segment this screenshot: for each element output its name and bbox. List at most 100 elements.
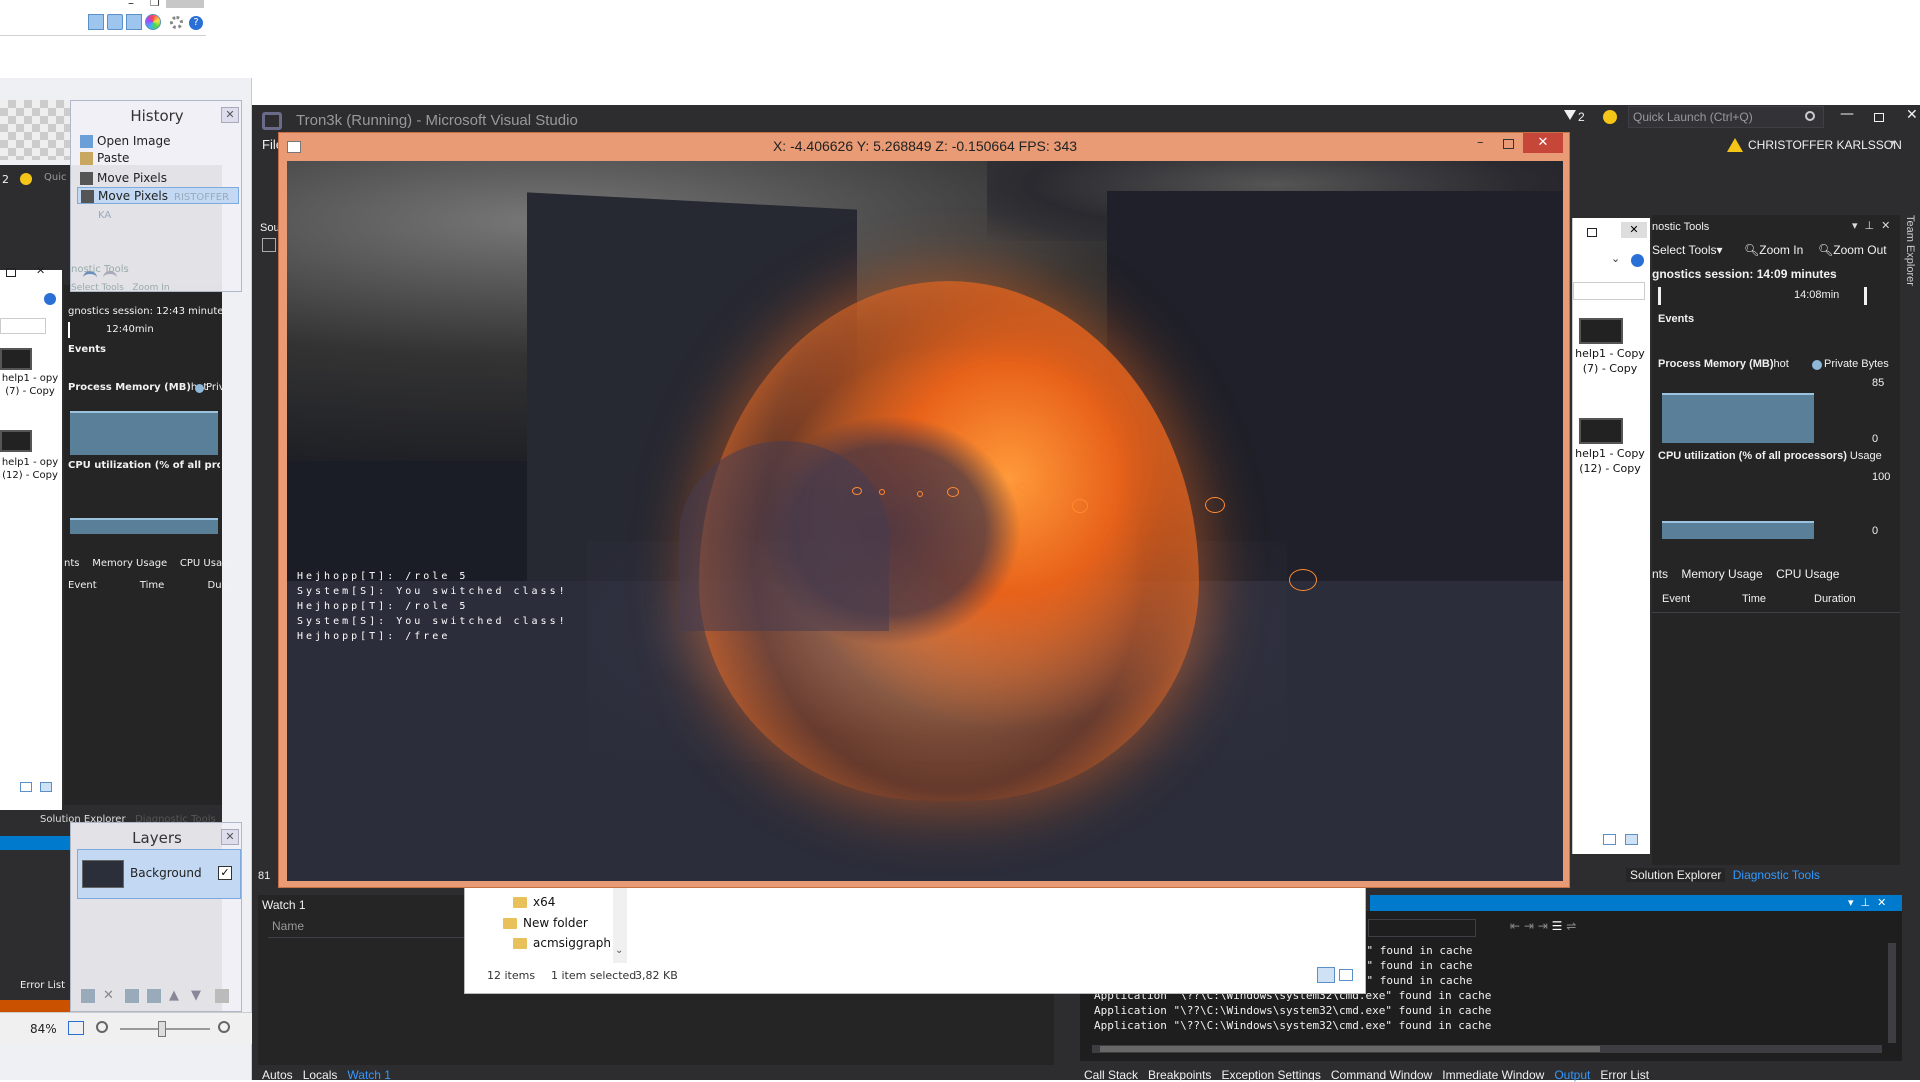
explorer-status-count: 12 items bbox=[487, 969, 536, 982]
right-help-icon[interactable] bbox=[1631, 254, 1644, 267]
zoom-fit-icon[interactable] bbox=[68, 1021, 84, 1035]
history-item-selected[interactable]: Move Pixels RISTOFFER KA bbox=[77, 187, 239, 221]
tab-cpu-usage[interactable]: CPU Usage bbox=[1776, 567, 1839, 581]
zoom-in-button[interactable]: 🔍︎Zoom In bbox=[1744, 243, 1803, 257]
output-hscroll-thumb[interactable] bbox=[1100, 1046, 1600, 1052]
output-source-dropdown[interactable] bbox=[1368, 919, 1476, 937]
layer-row[interactable]: Background ✓ bbox=[77, 849, 241, 899]
explorer-item[interactable]: x64 bbox=[533, 895, 555, 909]
zoom-out-icon[interactable] bbox=[96, 1021, 108, 1033]
cpu-title-text: CPU utilization (% of all processors) bbox=[1658, 450, 1847, 462]
move-down-icon[interactable]: ▼ bbox=[191, 989, 205, 1003]
zoom-percent[interactable]: 84% bbox=[30, 1022, 57, 1036]
left-tab-cpu[interactable]: CPU Usage bbox=[180, 558, 235, 569]
tab-memory-usage[interactable]: Memory Usage bbox=[1681, 567, 1762, 581]
feedback-smiley-icon[interactable] bbox=[1603, 110, 1617, 124]
left-help-icon[interactable] bbox=[44, 293, 56, 305]
explorer-scroll-down[interactable]: ⌄ bbox=[615, 945, 623, 956]
layers-close-button[interactable]: ✕ bbox=[221, 829, 239, 845]
history-item[interactable]: Paste bbox=[77, 150, 239, 167]
left-private-label: Priv bbox=[206, 382, 225, 393]
left-col-event[interactable]: Event bbox=[68, 580, 97, 591]
tiles-view-icon[interactable] bbox=[1339, 969, 1353, 981]
left-col-time[interactable]: Time bbox=[140, 580, 164, 591]
user-name[interactable]: CHRISTOFFER KARLSSON bbox=[1748, 138, 1902, 152]
tab-solution-explorer[interactable]: Solution Explorer bbox=[1626, 868, 1726, 882]
right-file-1[interactable]: help1 - Copy (7) - Copy bbox=[1575, 346, 1645, 376]
vs-close-button[interactable]: ✕ bbox=[1906, 107, 1918, 123]
layers-icon[interactable] bbox=[126, 14, 142, 30]
left-error-list-tab[interactable]: Error List bbox=[20, 980, 65, 991]
duplicate-layer-icon[interactable] bbox=[125, 989, 139, 1003]
tools-icon[interactable] bbox=[88, 14, 104, 30]
minimize-button[interactable]: – bbox=[128, 0, 134, 10]
col-duration[interactable]: Duration bbox=[1814, 593, 1856, 605]
vs-minimize-button[interactable]: — bbox=[1840, 106, 1854, 122]
layer-properties-icon[interactable] bbox=[215, 989, 229, 1003]
delete-layer-icon[interactable]: ✕ bbox=[103, 989, 117, 1003]
right-details-view-icon[interactable] bbox=[1625, 834, 1638, 845]
palette-icon[interactable] bbox=[145, 14, 161, 30]
history-close-button[interactable]: ✕ bbox=[221, 107, 239, 123]
filter-icon[interactable] bbox=[1564, 110, 1576, 120]
left-tab-events[interactable]: nts bbox=[64, 558, 79, 569]
left-col-duration[interactable]: Durati bbox=[208, 580, 239, 591]
left-cpu-title: CPU utilization (% of all processor bbox=[68, 460, 220, 471]
game-minimize-button[interactable]: – bbox=[1477, 135, 1484, 150]
details-view-icon[interactable] bbox=[1317, 967, 1335, 983]
explorer-item[interactable]: New folder bbox=[523, 916, 588, 930]
zoom-in-icon[interactable] bbox=[218, 1021, 230, 1033]
left-file-1[interactable]: help1 - opy (7) - Copy bbox=[0, 372, 60, 398]
tab-events[interactable]: nts bbox=[1652, 567, 1668, 581]
left-pane-restore-icon[interactable] bbox=[6, 268, 16, 277]
right-list-view-icon[interactable] bbox=[1603, 834, 1616, 845]
output-vscrollbar[interactable] bbox=[1888, 943, 1896, 1043]
watch-name-col[interactable]: Name bbox=[272, 919, 304, 933]
diag-pane-controls[interactable]: ▾ ⊥ ✕ bbox=[1852, 219, 1890, 232]
vs-title: Tron3k (Running) - Microsoft Visual Stud… bbox=[296, 112, 578, 129]
left-details-view-icon[interactable] bbox=[40, 782, 52, 792]
left-quick-launch[interactable]: Quic bbox=[44, 172, 67, 183]
merge-layer-icon[interactable] bbox=[147, 989, 161, 1003]
user-dropdown-icon[interactable]: ▾ bbox=[1890, 138, 1895, 149]
team-explorer-tab[interactable]: Team Explorer bbox=[1904, 215, 1916, 286]
vs-restore-button[interactable] bbox=[1874, 113, 1884, 122]
move-up-icon[interactable]: ▲ bbox=[169, 989, 183, 1003]
ring-marker bbox=[1289, 569, 1317, 591]
col-event[interactable]: Event bbox=[1662, 593, 1690, 605]
history-item[interactable]: Move Pixels bbox=[77, 170, 239, 187]
left-pane-close[interactable]: ✕ bbox=[36, 264, 45, 277]
close-button[interactable] bbox=[166, 0, 204, 8]
output-pane-controls[interactable]: ▾ ⊥ ✕ bbox=[1848, 896, 1886, 909]
right-file-2[interactable]: help1 - Copy (12) - Copy bbox=[1575, 446, 1645, 476]
tab-diagnostic-tools[interactable]: Diagnostic Tools bbox=[1733, 868, 1820, 882]
col-time[interactable]: Time bbox=[1742, 593, 1766, 605]
output-hscrollbar[interactable] bbox=[1092, 1045, 1882, 1053]
output-toolbar-icons[interactable]: ⇤ ⇥ ⇥ ☰ ⇌ bbox=[1510, 919, 1576, 933]
right-pane-close[interactable]: ✕ bbox=[1621, 222, 1647, 238]
game-close-button[interactable]: ✕ bbox=[1523, 133, 1563, 153]
game-maximize-button[interactable] bbox=[1503, 139, 1514, 149]
select-tools-dropdown[interactable]: Select Tools▾ bbox=[1652, 243, 1723, 257]
right-pane-restore-icon[interactable] bbox=[1587, 228, 1597, 237]
zoom-out-button[interactable]: 🔍︎Zoom Out bbox=[1818, 243, 1887, 257]
clock-icon[interactable] bbox=[107, 14, 123, 30]
quick-launch-box[interactable]: Quick Launch (Ctrl+Q) bbox=[1628, 106, 1824, 128]
right-search-box[interactable] bbox=[1573, 282, 1645, 300]
left-list-view-icon[interactable] bbox=[20, 782, 32, 792]
left-tab-memory[interactable]: Memory Usage bbox=[92, 558, 167, 569]
left-private-dot bbox=[195, 384, 204, 393]
right-pane-dropdown[interactable]: ⌄ bbox=[1611, 252, 1620, 265]
zoom-slider-thumb[interactable] bbox=[158, 1021, 166, 1037]
add-layer-icon[interactable] bbox=[81, 989, 95, 1003]
game-viewport[interactable]: Hejhopp[T]: /role 5 System[S]: You switc… bbox=[287, 161, 1563, 881]
history-item[interactable]: Open Image bbox=[77, 133, 239, 150]
explorer-item[interactable]: acmsiggraph bbox=[533, 936, 611, 950]
left-toolbar-icon[interactable] bbox=[262, 238, 276, 252]
help-icon[interactable]: ? bbox=[189, 16, 203, 30]
left-search-box[interactable] bbox=[0, 318, 46, 334]
layer-visible-checkbox[interactable]: ✓ bbox=[218, 866, 232, 880]
restore-button[interactable]: ❐ bbox=[150, 0, 160, 9]
left-file-2[interactable]: help1 - opy (12) - Copy bbox=[0, 456, 60, 482]
gear-icon[interactable] bbox=[170, 16, 183, 29]
